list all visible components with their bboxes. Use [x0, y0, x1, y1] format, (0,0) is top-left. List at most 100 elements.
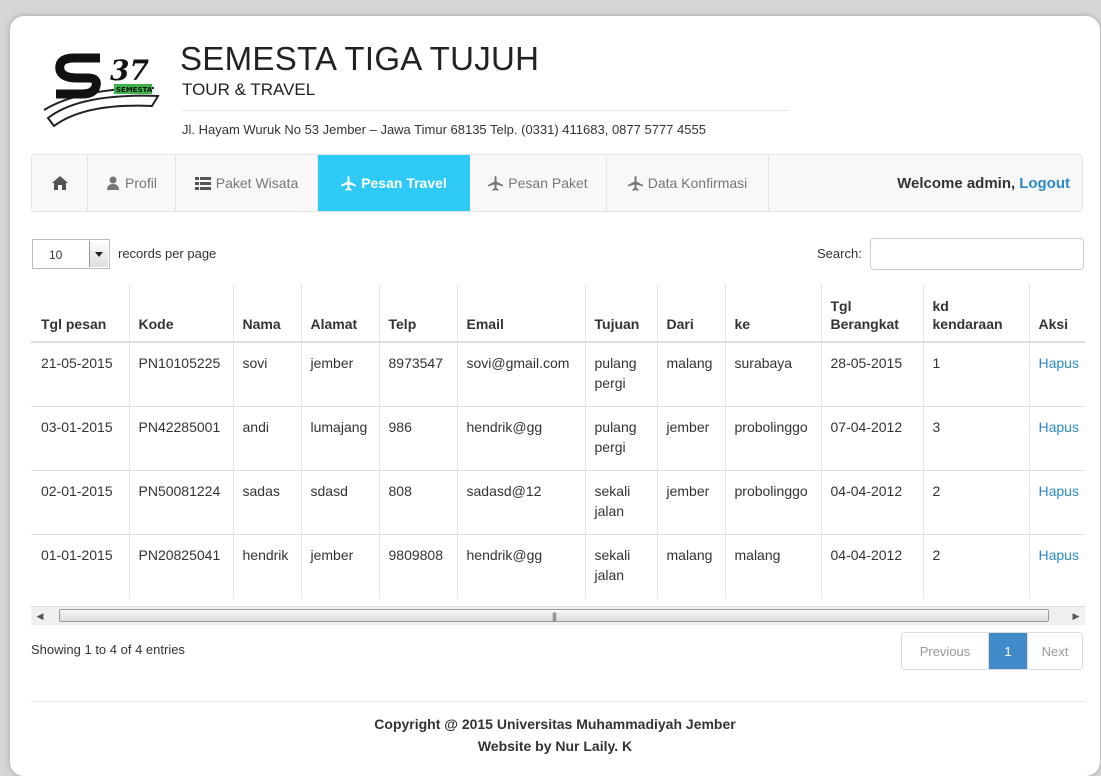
- list-icon: [194, 176, 211, 190]
- chevron-down-icon[interactable]: [89, 241, 108, 267]
- table-cell: 01-01-2015: [31, 533, 130, 598]
- table-cell: sovi@gmail.com: [457, 342, 586, 406]
- table-cell: 04-04-2012: [821, 533, 924, 598]
- table-cell: 986: [379, 405, 458, 470]
- table-cell: hendrik: [233, 533, 302, 598]
- table-cell: hendrik@gg: [457, 533, 586, 598]
- delete-link[interactable]: Hapus: [1029, 533, 1085, 598]
- table-cell: malang: [657, 533, 726, 598]
- table-cell: lumajang: [301, 405, 380, 470]
- delete-link[interactable]: Hapus: [1029, 469, 1085, 534]
- table-cell: 04-04-2012: [821, 469, 924, 534]
- svg-text:37: 37: [110, 54, 149, 87]
- table-row: 02-01-2015 PN50081224 sadas sdasd 808 sa…: [31, 469, 1085, 534]
- table-cell: probolinggo: [725, 469, 822, 534]
- welcome-area: Welcome admin, Logout: [897, 155, 1070, 211]
- table-row: 21-05-2015 PN10105225 sovi jember 897354…: [31, 342, 1085, 406]
- table-cell: 3: [923, 405, 1030, 470]
- nav-item-profil[interactable]: Profil: [88, 155, 176, 211]
- entries-info: Showing 1 to 4 of 4 entries: [31, 642, 185, 657]
- welcome-text: Welcome admin,: [897, 174, 1016, 192]
- table-cell: 28-05-2015: [821, 342, 924, 406]
- header-divider: [182, 110, 788, 111]
- table-cell: jember: [657, 405, 726, 470]
- table-cell: probolinggo: [725, 405, 822, 470]
- next-button[interactable]: Next: [1027, 633, 1082, 669]
- nav-item-label: Pesan Paket: [508, 175, 588, 191]
- column-header[interactable]: Nama: [233, 284, 302, 343]
- records-per-page-value: 10: [49, 248, 63, 262]
- user-icon: [107, 176, 120, 190]
- table-cell: sadasd@12: [457, 469, 586, 534]
- column-header[interactable]: Dari: [657, 284, 726, 343]
- nav-home[interactable]: [32, 155, 88, 211]
- table-cell: PN50081224: [129, 469, 234, 534]
- nav-item-pesan-paket[interactable]: Pesan Paket: [470, 155, 607, 211]
- main-navbar: Profil Paket Wisata Pesan Travel Pesan P…: [31, 154, 1083, 212]
- previous-button[interactable]: Previous: [902, 633, 989, 669]
- column-header[interactable]: Kode: [129, 284, 234, 343]
- nav-item-label: Data Konfirmasi: [647, 175, 748, 191]
- nav-item-label: Paket Wisata: [215, 175, 299, 191]
- logout-link[interactable]: Logout: [1019, 175, 1070, 192]
- column-header[interactable]: Tgl Berangkat: [821, 284, 924, 343]
- brand-title: SEMESTA TIGA TUJUH: [180, 40, 540, 77]
- booking-table: Tgl pesan Kode Nama Alamat Telp Email Tu…: [31, 284, 1085, 598]
- table-cell: 8973547: [379, 342, 458, 406]
- plane-icon: [341, 175, 357, 191]
- scroll-right-icon[interactable]: ▶: [1067, 607, 1085, 625]
- scroll-left-icon[interactable]: ◀: [31, 607, 49, 625]
- scrollbar-thumb[interactable]: |||: [59, 609, 1049, 622]
- nav-item-label: Profil: [125, 175, 157, 191]
- column-header[interactable]: ke: [725, 284, 822, 343]
- table-cell: andi: [233, 405, 302, 470]
- nav-item-paket-wisata[interactable]: Paket Wisata: [176, 155, 318, 211]
- records-per-page-label: records per page: [118, 246, 217, 261]
- table-cell: 2: [923, 533, 1030, 598]
- table-cell: PN42285001: [129, 405, 234, 470]
- table-cell: PN10105225: [129, 342, 234, 406]
- column-header[interactable]: Aksi: [1029, 284, 1085, 343]
- table-cell: jember: [301, 342, 380, 406]
- delete-link[interactable]: Hapus: [1029, 405, 1085, 470]
- nav-item-label: Pesan Travel: [361, 175, 447, 191]
- table-cell: surabaya: [725, 342, 822, 406]
- column-header[interactable]: Tujuan: [585, 284, 658, 343]
- table-cell: 808: [379, 469, 458, 534]
- table-container: Tgl pesan Kode Nama Alamat Telp Email Tu…: [31, 284, 1085, 606]
- brand-logo: 37 SEMESTA: [40, 48, 165, 128]
- column-header[interactable]: Email: [457, 284, 586, 343]
- table-cell: 9809808: [379, 533, 458, 598]
- page-button-current[interactable]: 1: [989, 633, 1027, 669]
- table-cell: PN20825041: [129, 533, 234, 598]
- table-cell: 03-01-2015: [31, 405, 130, 470]
- horizontal-scrollbar[interactable]: ◀ ||| ▶: [31, 606, 1085, 625]
- delete-link[interactable]: Hapus: [1029, 342, 1085, 406]
- column-header[interactable]: Telp: [379, 284, 458, 343]
- table-row: 03-01-2015 PN42285001 andi lumajang 986 …: [31, 405, 1085, 470]
- brand-subtitle: TOUR & TRAVEL: [182, 80, 316, 99]
- footer-divider: [31, 701, 1085, 702]
- records-per-page-select[interactable]: 10: [32, 239, 110, 269]
- table-cell: 02-01-2015: [31, 469, 130, 534]
- table-cell: pulang pergi: [585, 405, 658, 470]
- search-input[interactable]: [870, 238, 1084, 270]
- table-cell: sekali jalan: [585, 533, 658, 598]
- nav-item-pesan-travel[interactable]: Pesan Travel: [318, 155, 470, 211]
- column-header[interactable]: Alamat: [301, 284, 380, 343]
- table-cell: sdasd: [301, 469, 380, 534]
- table-cell: 2: [923, 469, 1030, 534]
- nav-item-data-konfirmasi[interactable]: Data Konfirmasi: [607, 155, 769, 211]
- home-icon: [51, 176, 68, 190]
- plane-icon: [488, 175, 504, 191]
- column-header[interactable]: kd kendaraan: [923, 284, 1030, 343]
- table-cell: 07-04-2012: [821, 405, 924, 470]
- column-header[interactable]: Tgl pesan: [31, 284, 130, 343]
- page-card: 37 SEMESTA SEMESTA TIGA TUJUH TOUR & TRA…: [10, 16, 1100, 776]
- table-cell: sovi: [233, 342, 302, 406]
- table-cell: hendrik@gg: [457, 405, 586, 470]
- footer-credit: Website by Nur Laily. K: [477, 738, 633, 754]
- table-header-row: Tgl pesan Kode Nama Alamat Telp Email Tu…: [31, 284, 1085, 343]
- table-cell: 1: [923, 342, 1030, 406]
- site-header: 37 SEMESTA SEMESTA TIGA TUJUH TOUR & TRA…: [40, 40, 810, 140]
